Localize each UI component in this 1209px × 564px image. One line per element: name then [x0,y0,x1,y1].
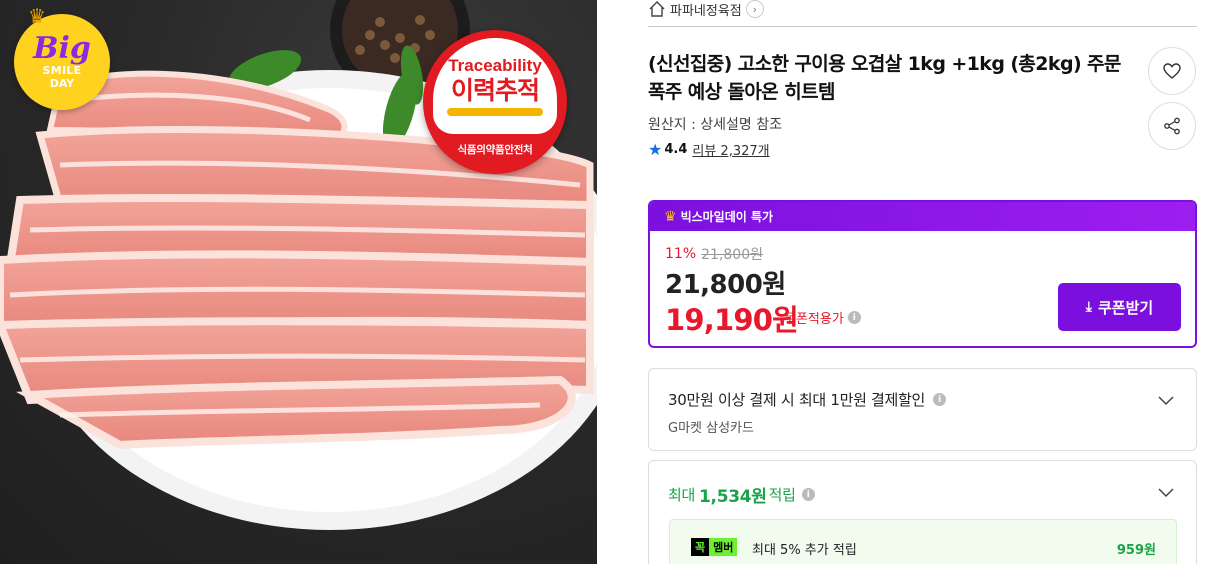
shop-row: 파파네정육점 › [648,0,1197,27]
discount-row: 11% 21,800원 [665,244,763,264]
deal-header: ♛ 빅스마일데이 특가 [650,202,1195,231]
info-icon[interactable]: i [847,311,861,324]
product-info-panel: 파파네정육점 › (신선집중) 고소한 구이용 오겹살 1kg +1kg (총2… [648,0,1197,564]
star-icon: ★ [648,140,663,159]
share-button[interactable] [1148,102,1196,150]
card-discount-sub: G마켓 삼성카드 [668,421,754,436]
points-prefix: 최대 [668,486,696,504]
sale-price: 21,800원 [665,270,786,300]
origin-text: 원산지 : 상세설명 참조 [648,117,782,133]
info-icon[interactable]: i [933,393,947,406]
badge-day-text: DAY [49,77,75,90]
traceability-badge-inner: Traceability 이력추적 [433,38,557,134]
coupon-button-label: 쿠폰받기 [1098,298,1154,317]
crown-icon: ♛ [664,208,677,225]
card-discount-box[interactable]: 30만원 이상 결제 시 최대 1만원 결제할인 i G마켓 삼성카드 [648,368,1197,451]
wishlist-button[interactable] [1148,47,1196,95]
member-points-text: 최대 5% 추가 적립 [752,543,857,558]
points-suffix: 적립 [768,486,796,504]
points-amount: 1,534원 [699,487,767,507]
chevron-down-icon[interactable] [1157,391,1175,409]
card-discount-text: 30만원 이상 결제 시 최대 1만원 결제할인 [668,391,926,409]
rating-score: 4.4 [664,142,688,157]
discount-percent: 11% [665,246,697,262]
member-badge: 꼭 멤버 [691,538,738,556]
traceability-en-text: Traceability [448,56,542,75]
shop-name-link[interactable]: 파파네정육점 [670,0,742,19]
traceability-org-text: 식품의약품안전처 [457,144,533,156]
info-icon[interactable]: i [801,488,815,501]
badge-big-text: Big [33,31,91,66]
member-points-row: 꼭 멤버 최대 5% 추가 적립 959원 [669,519,1177,564]
shop-arrow-icon[interactable]: › [745,0,764,18]
badge-smile-text: SMILE [42,64,82,77]
card-discount-main: 30만원 이상 결제 시 최대 1만원 결제할인 i [668,389,947,410]
reviews-link[interactable]: 리뷰 2,327개 [692,140,769,159]
big-smile-day-badge: ♛ Big SMILE DAY [14,4,110,110]
member-badge-k: 꼭 [691,538,710,556]
home-icon[interactable] [648,0,666,18]
rating-row: ★ 4.4 리뷰 2,327개 [648,140,770,159]
download-icon: ⤓ [1085,299,1092,315]
points-main: 최대 1,534원 적립 i [668,482,815,507]
member-badge-m: 멤버 [709,538,738,556]
heart-icon [1163,63,1181,79]
traceability-swoosh [447,108,543,116]
chevron-down-icon[interactable] [1157,483,1175,501]
share-icon [1164,117,1180,135]
member-points-amount: 959원 [1116,543,1156,558]
coupon-download-button[interactable]: ⤓ 쿠폰받기 [1058,283,1181,331]
traceability-ko-text: 이력추적 [450,76,540,105]
coupon-note-label: 쿠폰적용가 [784,312,844,327]
coupon-price: 19,190원 [665,303,799,337]
crown-icon: ♛ [28,4,46,28]
deal-label: 빅스마일데이 특가 [680,210,774,224]
deal-box: ♛ 빅스마일데이 특가 11% 21,800원 21,800원 19,190원 … [648,200,1197,348]
product-image[interactable]: ♛ Big SMILE DAY Traceability 이력추적 식품의약품안… [0,0,597,564]
coupon-note: 쿠폰적용가 i [784,308,861,327]
original-price: 21,800원 [701,247,763,263]
product-title: (신선집중) 고소한 구이용 오겹살 1kg +1kg (총2kg) 주문폭주 … [648,53,1121,103]
traceability-badge: Traceability 이력추적 식품의약품안전처 [423,30,567,174]
points-box[interactable]: 최대 1,534원 적립 i 꼭 멤버 최대 5% 추가 적립 959원 [648,460,1197,564]
